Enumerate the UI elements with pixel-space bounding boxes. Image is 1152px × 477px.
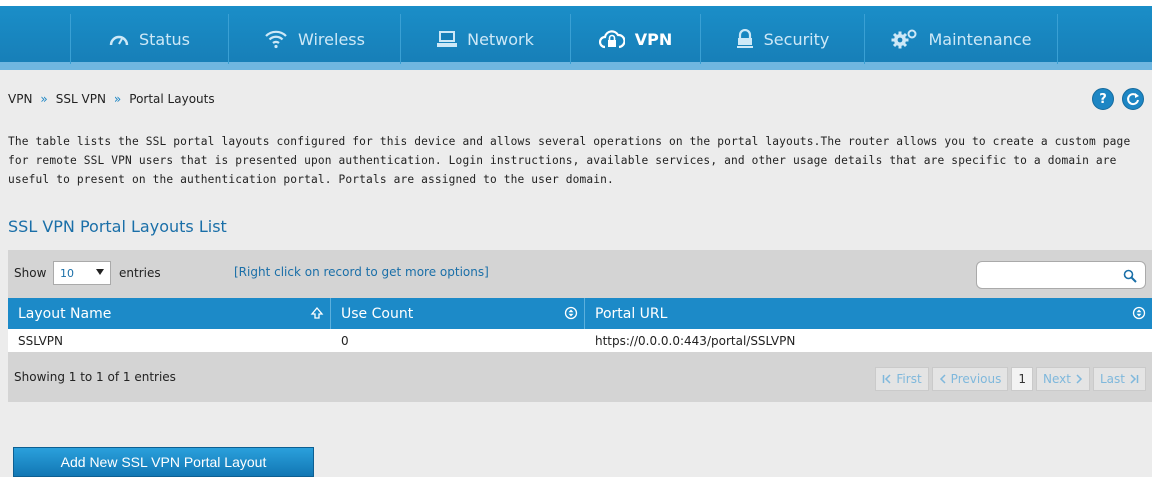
cell-layout-name: SSLVPN xyxy=(18,333,64,348)
nav-status-label: Status xyxy=(139,29,190,49)
section-title: SSL VPN Portal Layouts List xyxy=(8,217,227,236)
first-icon xyxy=(883,374,891,384)
sort-ascending-icon xyxy=(310,306,324,319)
nav-maintenance-label: Maintenance xyxy=(928,29,1032,49)
table-footer: Showing 1 to 1 of 1 entries First Previo… xyxy=(8,352,1152,402)
current-page-label: 1 xyxy=(1018,372,1027,386)
gears-icon xyxy=(891,29,917,49)
nav-security-label: Security xyxy=(763,29,830,49)
cell-portal-url: https://0.0.0.0:443/portal/SSLVPN xyxy=(595,333,796,348)
page-1-button[interactable]: 1 xyxy=(1011,367,1034,391)
refresh-icon xyxy=(1127,93,1139,106)
main-content: VPN » SSL VPN » Portal Layouts ? The tab… xyxy=(0,70,1152,477)
entries-info: Showing 1 to 1 of 1 entries xyxy=(14,370,176,384)
wifi-icon xyxy=(265,30,287,49)
table-row[interactable]: SSLVPN 0 https://0.0.0.0:443/portal/SSLV… xyxy=(8,329,1152,352)
page-description: The table lists the SSL portal layouts c… xyxy=(8,135,1131,186)
entries-per-page-select[interactable]: 10 xyxy=(53,261,111,285)
top-navigation-bar: Status Wireless Network VPN Security Mai… xyxy=(0,0,1152,70)
monitor-icon xyxy=(437,31,458,47)
nav-network-label: Network xyxy=(467,29,534,49)
last-page-label: Last xyxy=(1100,372,1125,386)
chevron-right-icon xyxy=(1076,374,1083,384)
pagination: First Previous 1 Next Last xyxy=(875,367,1146,391)
column-header-layout-name[interactable]: Layout Name xyxy=(8,298,331,329)
breadcrumb-portal-layouts: Portal Layouts xyxy=(129,92,215,106)
column-header-use-count[interactable]: Use Count xyxy=(331,298,585,329)
column-header-label: Layout Name xyxy=(18,305,112,322)
chevron-down-icon xyxy=(96,269,104,275)
help-icon: ? xyxy=(1099,91,1107,107)
next-page-label: Next xyxy=(1043,372,1071,386)
column-header-label: Portal URL xyxy=(595,305,668,322)
nav-vpn-label: VPN xyxy=(634,29,673,49)
nav-network[interactable]: Network xyxy=(400,14,570,64)
table-header: Layout Name Use Count Portal URL xyxy=(8,298,1152,329)
cell-use-count: 0 xyxy=(341,333,349,348)
breadcrumb-vpn[interactable]: VPN xyxy=(8,92,32,106)
refresh-button[interactable] xyxy=(1122,88,1144,110)
previous-page-label: Previous xyxy=(950,372,1002,386)
breadcrumb-ssl-vpn[interactable]: SSL VPN xyxy=(56,92,106,106)
help-button[interactable]: ? xyxy=(1092,88,1114,110)
last-icon xyxy=(1130,374,1139,384)
portal-layouts-table: Show 10 entries [Right click on record t… xyxy=(8,250,1152,402)
breadcrumb: VPN » SSL VPN » Portal Layouts xyxy=(8,92,215,106)
right-click-hint: [Right click on record to get more optio… xyxy=(234,265,489,279)
main-nav: Status Wireless Network VPN Security Mai… xyxy=(70,14,1058,64)
search-icon xyxy=(1123,268,1137,287)
column-header-label: Use Count xyxy=(341,305,414,322)
breadcrumb-separator: » xyxy=(40,92,48,106)
table-toolbar: Show 10 entries [Right click on record t… xyxy=(8,250,1152,298)
last-page-button[interactable]: Last xyxy=(1093,367,1146,391)
gauge-icon xyxy=(109,35,129,46)
previous-page-button[interactable]: Previous xyxy=(931,367,1009,391)
nav-maintenance[interactable]: Maintenance xyxy=(864,14,1058,64)
entries-label: entries xyxy=(119,266,161,280)
sort-icon xyxy=(1132,306,1146,320)
next-page-button[interactable]: Next xyxy=(1036,367,1090,391)
first-page-label: First xyxy=(896,372,922,386)
search-input[interactable] xyxy=(976,261,1146,289)
chevron-left-icon xyxy=(939,374,946,384)
entries-select-value: 10 xyxy=(60,266,74,280)
column-header-portal-url[interactable]: Portal URL xyxy=(585,298,1152,329)
add-portal-layout-button[interactable]: Add New SSL VPN Portal Layout xyxy=(13,447,314,477)
nav-wireless[interactable]: Wireless xyxy=(228,14,400,64)
nav-security[interactable]: Security xyxy=(700,14,864,64)
nav-status[interactable]: Status xyxy=(70,14,228,64)
first-page-button[interactable]: First xyxy=(875,367,929,391)
show-label: Show xyxy=(14,266,47,280)
cloud-lock-icon xyxy=(598,30,625,49)
nav-vpn[interactable]: VPN xyxy=(570,14,700,64)
nav-wireless-label: Wireless xyxy=(298,29,365,49)
sort-icon xyxy=(564,306,578,320)
breadcrumb-separator: » xyxy=(113,92,122,106)
padlock-icon xyxy=(736,29,753,48)
page-actions: ? xyxy=(1092,88,1144,110)
